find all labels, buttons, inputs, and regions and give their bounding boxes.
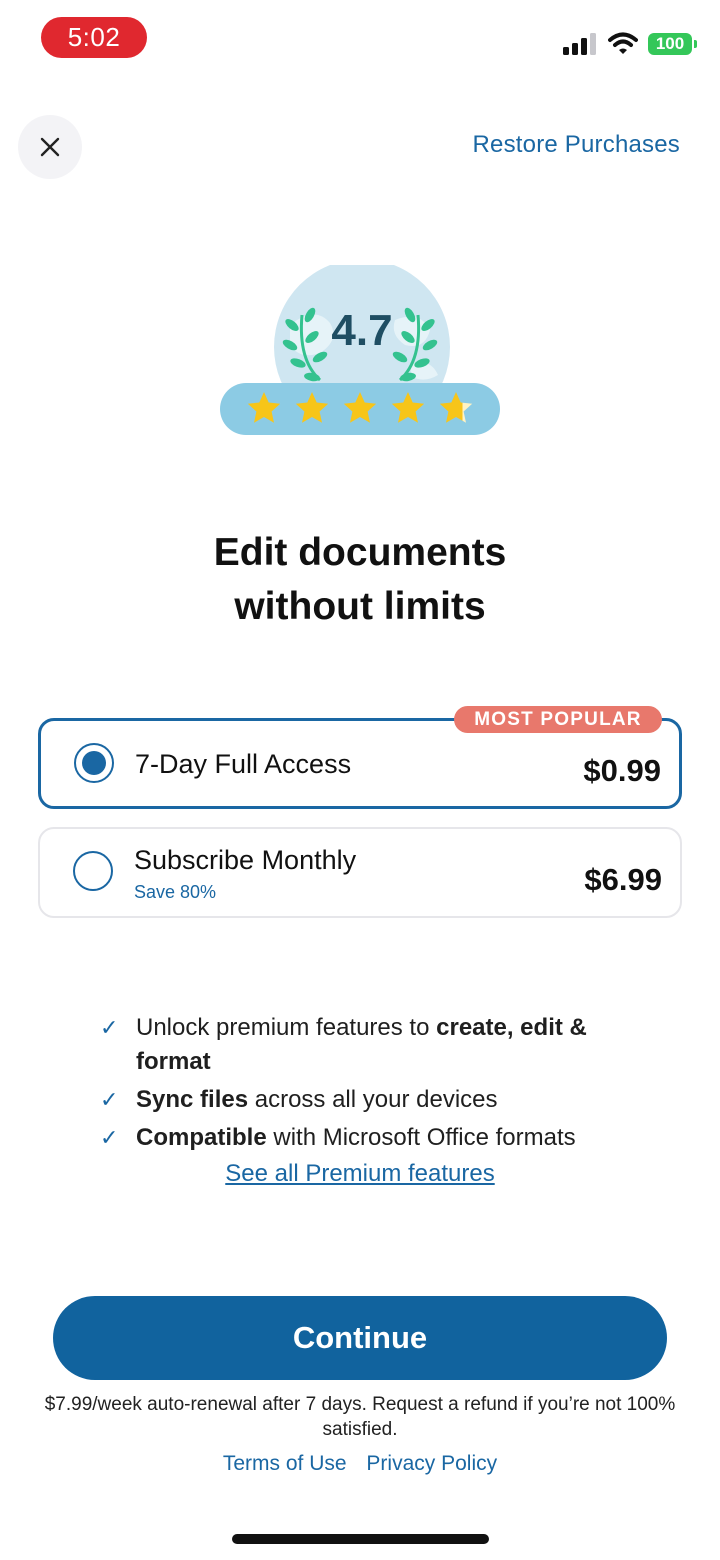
battery-icon: 100 <box>648 33 697 55</box>
signal-icon <box>563 33 596 55</box>
plan-price: $0.99 <box>583 753 661 788</box>
check-icon: ✓ <box>100 1015 119 1040</box>
most-popular-badge: MOST POPULAR <box>454 706 662 733</box>
plan-radio-selected[interactable] <box>74 743 114 783</box>
plan-subtitle: Save 80% <box>134 882 217 902</box>
plan-radio[interactable] <box>73 851 113 891</box>
title-line-2: without limits <box>234 585 486 628</box>
see-all-premium-features-link[interactable]: See all Premium features <box>0 1160 720 1188</box>
terms-of-use-link[interactable]: Terms of Use <box>223 1452 347 1475</box>
plan-price: $6.99 <box>584 862 662 897</box>
rating-illustration: 4.7 <box>220 259 500 445</box>
home-indicator <box>232 1534 489 1544</box>
rating-value: 4.7 <box>331 306 392 355</box>
plan-option-monthly[interactable]: Subscribe Monthly Save 80% $6.99 <box>38 827 682 918</box>
status-icons: 100 <box>562 28 697 60</box>
legal-links: Terms of Use Privacy Policy <box>0 1452 720 1476</box>
page-title: Edit documents without limits <box>0 526 720 634</box>
rating-graphic: 4.7 <box>220 259 500 435</box>
battery-level: 100 <box>655 34 685 53</box>
close-icon <box>40 137 60 157</box>
status-time: 5:02 <box>41 17 147 58</box>
check-icon: ✓ <box>100 1087 119 1112</box>
plan-title: 7-Day Full Access <box>135 749 352 779</box>
privacy-policy-link[interactable]: Privacy Policy <box>366 1452 497 1475</box>
continue-button[interactable]: Continue <box>53 1296 667 1380</box>
close-button[interactable] <box>18 115 82 179</box>
restore-purchases-link[interactable]: Restore Purchases <box>473 131 681 159</box>
wifi-icon <box>608 32 638 54</box>
check-icon: ✓ <box>100 1125 119 1150</box>
plan-title: Subscribe Monthly <box>134 845 357 875</box>
renewal-disclaimer: $7.99/week auto-renewal after 7 days. Re… <box>44 1394 676 1440</box>
title-line-1: Edit documents <box>213 531 507 574</box>
